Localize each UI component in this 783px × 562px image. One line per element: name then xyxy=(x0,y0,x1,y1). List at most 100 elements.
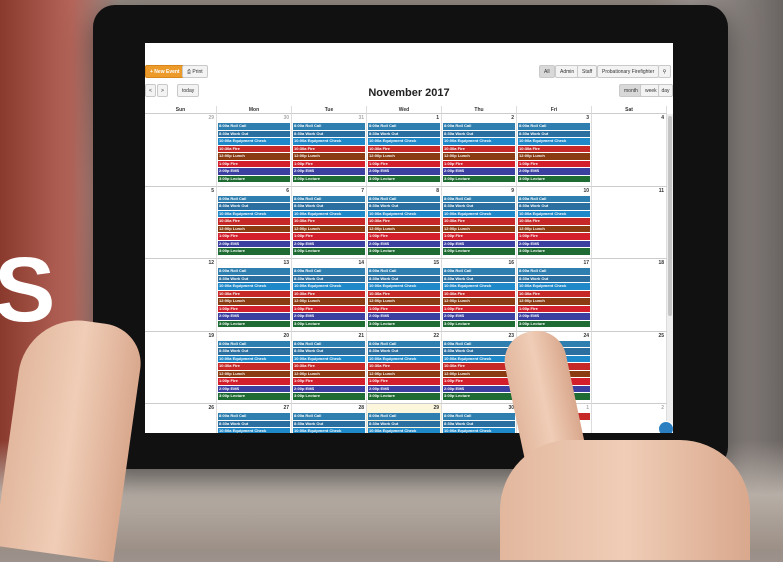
view-day-button[interactable]: day xyxy=(658,84,673,97)
event-item[interactable]: 10:00a Equipment Check xyxy=(443,428,515,433)
event-item[interactable]: 8:30a Work Out xyxy=(218,130,290,138)
event-item[interactable]: 10:00a Equipment Check xyxy=(218,283,290,290)
event-item[interactable]: 10:00a Equipment Check xyxy=(443,283,515,290)
event-item[interactable]: 10:00a Equipment Check xyxy=(218,210,290,218)
event-item[interactable]: 8:00a Roll Call xyxy=(443,195,515,203)
event-item[interactable]: 10:00a Equipment Check xyxy=(218,138,290,145)
event-item[interactable]: 3:00p Lecture xyxy=(218,175,290,183)
event-item[interactable]: 8:00a Roll Call xyxy=(218,268,290,275)
day-cell[interactable]: 14 8:00a Roll Call 8:30a Work Out 10:00a Eq… xyxy=(292,259,367,332)
event-item[interactable]: 10:00a Equipment Check xyxy=(293,138,365,145)
event-item[interactable]: 12:00p Lunch xyxy=(218,225,290,233)
day-cell[interactable]: 2 8:00a Roll Call 8:30a Work Out 10:00a Equ… xyxy=(442,114,517,187)
event-item[interactable]: 1:00p Fire xyxy=(518,233,590,240)
day-cell[interactable]: 30 8:00a Roll Call 8:30a Work Out 10:00a Eq… xyxy=(442,404,517,433)
event-item[interactable]: 8:30a Work Out xyxy=(218,348,290,355)
event-item[interactable]: 10:00a Equipment Check xyxy=(443,138,515,145)
event-item[interactable]: 3:00p Lecture xyxy=(518,320,590,328)
event-item[interactable]: 8:00a Roll Call xyxy=(293,123,365,130)
event-item[interactable]: 3:00p Lecture xyxy=(293,393,365,400)
day-cell[interactable]: 5 xyxy=(145,186,217,259)
event-item[interactable]: 3:00p Lecture xyxy=(293,320,365,328)
event-item[interactable]: 12:00p Lunch xyxy=(368,225,440,233)
event-item[interactable]: 10:00a Equipment Check xyxy=(218,428,290,433)
scrollbar-thumb[interactable] xyxy=(668,116,672,316)
event-item[interactable]: 8:30a Work Out xyxy=(293,420,365,428)
day-cell[interactable]: 20 8:00a Roll Call 8:30a Work Out 10:00a Eq… xyxy=(217,331,292,404)
event-item[interactable]: 2:00p EMS xyxy=(218,385,290,393)
event-item[interactable]: 8:30a Work Out xyxy=(293,348,365,355)
event-item[interactable]: 10:00a Equipment Check xyxy=(293,428,365,433)
event-item[interactable]: 1:00p Fire xyxy=(443,233,515,240)
event-item[interactable]: 8:30a Work Out xyxy=(443,130,515,138)
event-item[interactable]: 2:00p EMS xyxy=(368,240,440,248)
event-item[interactable]: 8:00a Roll Call xyxy=(293,268,365,275)
event-item[interactable]: 12:00p Lunch xyxy=(518,225,590,233)
day-cell[interactable]: 28 8:00a Roll Call 8:30a Work Out 10:00a Eq… xyxy=(292,404,367,433)
event-item[interactable]: 10:00a Equipment Check xyxy=(443,210,515,218)
day-cell[interactable]: 29 xyxy=(145,114,217,187)
event-item[interactable]: 10:30a Fire xyxy=(368,218,440,225)
event-item[interactable]: 12:00p Lunch xyxy=(293,153,365,160)
event-item[interactable]: 1:00p Fire xyxy=(218,305,290,313)
event-item[interactable]: 3:00p Lecture xyxy=(368,175,440,183)
event-item[interactable]: 1:00p Fire xyxy=(368,378,440,385)
event-item[interactable]: 10:00a Equipment Check xyxy=(368,355,440,363)
event-item[interactable]: 1:00p Fire xyxy=(293,160,365,168)
day-cell[interactable]: 13 8:00a Roll Call 8:30a Work Out 10:00a Eq… xyxy=(217,259,292,332)
event-item[interactable]: 8:30a Work Out xyxy=(368,275,440,283)
event-item[interactable]: 2:00p EMS xyxy=(518,168,590,175)
event-item[interactable]: 3:00p Lecture xyxy=(443,320,515,328)
event-item[interactable]: 1:00p Fire xyxy=(518,305,590,313)
event-item[interactable]: 10:30a Fire xyxy=(368,290,440,298)
filter-staff-button[interactable]: Staff xyxy=(577,65,598,78)
event-item[interactable]: 2:00p EMS xyxy=(218,313,290,320)
event-item[interactable]: 10:00a Equipment Check xyxy=(293,355,365,363)
event-item[interactable]: 8:00a Roll Call xyxy=(218,340,290,348)
event-item[interactable]: 2:00p EMS xyxy=(218,168,290,175)
event-item[interactable]: 12:00p Lunch xyxy=(368,298,440,305)
day-cell[interactable]: 19 xyxy=(145,331,217,404)
day-cell[interactable]: 4 xyxy=(592,114,667,187)
event-item[interactable]: 8:30a Work Out xyxy=(368,203,440,210)
event-item[interactable]: 10:00a Equipment Check xyxy=(368,138,440,145)
event-item[interactable]: 2:00p EMS xyxy=(368,385,440,393)
event-item[interactable]: 3:00p Lecture xyxy=(518,248,590,255)
event-item[interactable]: 12:00p Lunch xyxy=(218,370,290,378)
event-item[interactable]: 10:30a Fire xyxy=(293,218,365,225)
day-cell[interactable]: 12 xyxy=(145,259,217,332)
event-item[interactable]: 2:00p EMS xyxy=(293,240,365,248)
day-cell[interactable]: 21 8:00a Roll Call 8:30a Work Out 10:00a Eq… xyxy=(292,331,367,404)
event-item[interactable]: 10:00a Equipment Check xyxy=(368,428,440,433)
event-item[interactable]: 8:00a Roll Call xyxy=(518,123,590,130)
event-item[interactable]: 8:00a Roll Call xyxy=(443,340,515,348)
event-item[interactable]: 1:00p Fire xyxy=(293,305,365,313)
event-item[interactable]: 1:00p Fire xyxy=(218,378,290,385)
event-item[interactable]: 8:00a Roll Call xyxy=(368,413,440,420)
event-item[interactable]: 1:00p Fire xyxy=(293,378,365,385)
event-item[interactable]: 3:00p Lecture xyxy=(218,248,290,255)
day-cell[interactable]: 7 8:00a Roll Call 8:30a Work Out 10:00a Equ… xyxy=(292,186,367,259)
event-item[interactable]: 12:00p Lunch xyxy=(293,370,365,378)
event-item[interactable]: 1:00p Fire xyxy=(518,160,590,168)
event-item[interactable]: 3:00p Lecture xyxy=(293,175,365,183)
event-item[interactable]: 8:30a Work Out xyxy=(293,275,365,283)
event-item[interactable]: 10:30a Fire xyxy=(368,145,440,153)
event-item[interactable]: 8:30a Work Out xyxy=(443,203,515,210)
day-cell[interactable]: 1 8:00a Roll Call 8:30a Work Out 10:00a Equ… xyxy=(367,114,442,187)
event-item[interactable]: 3:00p Lecture xyxy=(218,320,290,328)
event-item[interactable]: 3:00p Lecture xyxy=(368,393,440,400)
day-cell[interactable]: 10 8:00a Roll Call 8:30a Work Out 10:00a Eq… xyxy=(517,186,592,259)
event-item[interactable]: 10:30a Fire xyxy=(368,363,440,370)
event-item[interactable]: 3:00p Lecture xyxy=(443,393,515,400)
event-item[interactable]: 10:30a Fire xyxy=(218,145,290,153)
event-item[interactable]: 8:00a Roll Call xyxy=(518,268,590,275)
event-item[interactable]: 8:00a Roll Call xyxy=(293,195,365,203)
event-item[interactable]: 12:00p Lunch xyxy=(218,298,290,305)
event-item[interactable]: 8:00a Roll Call xyxy=(218,123,290,130)
event-item[interactable]: 2:00p EMS xyxy=(443,240,515,248)
event-item[interactable]: 8:00a Roll Call xyxy=(368,340,440,348)
event-item[interactable]: 10:00a Equipment Check xyxy=(293,210,365,218)
event-item[interactable]: 3:00p Lecture xyxy=(368,248,440,255)
event-item[interactable]: 10:00a Equipment Check xyxy=(293,283,365,290)
